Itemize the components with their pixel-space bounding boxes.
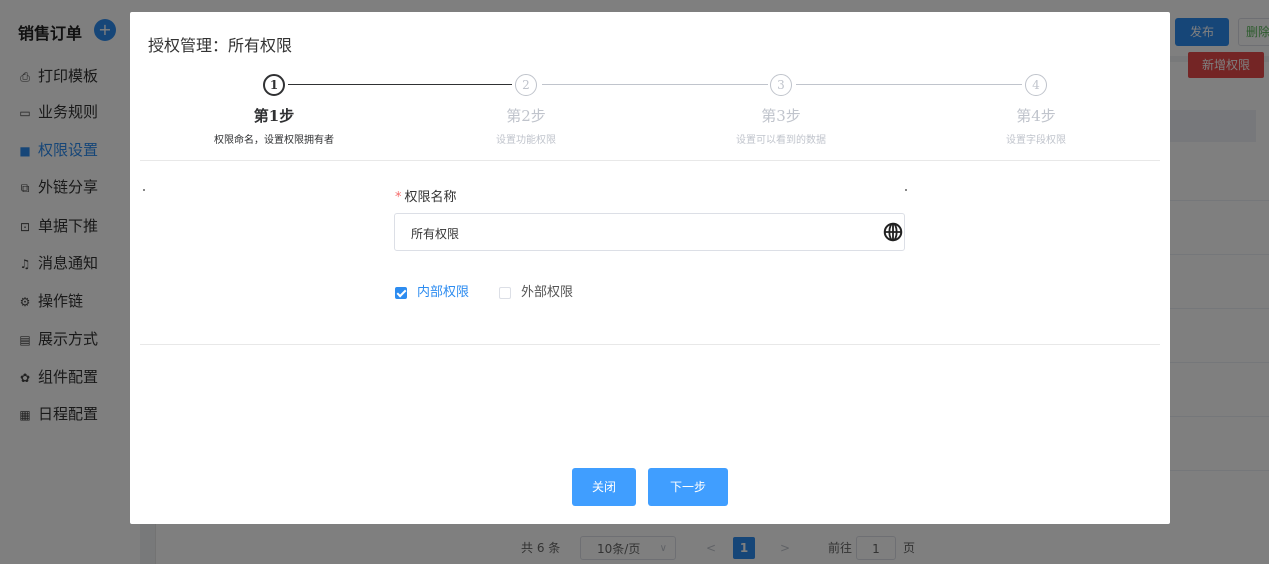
checkbox-checked-icon	[395, 287, 407, 299]
step-description: 设置功能权限	[496, 135, 556, 146]
dot	[143, 189, 145, 191]
modal-title: 授权管理：所有权限	[148, 36, 293, 55]
step-number: 2	[515, 74, 537, 96]
permission-modal: 授权管理：所有权限 1 第1步 权限命名，设置权限拥有者 2 第2步 设置功能权…	[130, 12, 1170, 524]
step-description: 权限命名，设置权限拥有者	[214, 135, 334, 146]
step-description: 设置可以看到的数据	[736, 135, 826, 146]
globe-icon[interactable]	[882, 221, 904, 243]
dot	[905, 189, 907, 191]
checkbox-unchecked-icon	[499, 287, 511, 299]
external-permission-label: 外部权限	[521, 285, 574, 300]
step-number: 1	[263, 74, 285, 96]
step-connector	[288, 84, 512, 85]
step-number: 4	[1025, 74, 1047, 96]
permission-name-input[interactable]: 所有权限	[394, 213, 905, 251]
step-title: 第1步	[253, 107, 295, 125]
step-title: 第3步	[761, 107, 801, 125]
divider	[140, 344, 1160, 345]
permission-name-label-text: 权限名称	[404, 190, 457, 205]
step-connector	[796, 84, 1022, 85]
step-title: 第2步	[506, 107, 546, 125]
permission-name-label: * 权限名称	[395, 186, 457, 205]
divider	[140, 160, 1160, 161]
step-connector	[542, 84, 768, 85]
next-step-button[interactable]: 下一步	[648, 468, 728, 506]
internal-permission-label: 内部权限	[417, 285, 470, 300]
required-mark: *	[395, 190, 402, 205]
step-title: 第4步	[1016, 107, 1056, 125]
step-description: 设置字段权限	[1006, 135, 1066, 146]
step-number: 3	[770, 74, 792, 96]
close-button[interactable]: 关闭	[572, 468, 636, 506]
permission-name-value: 所有权限	[411, 227, 460, 241]
